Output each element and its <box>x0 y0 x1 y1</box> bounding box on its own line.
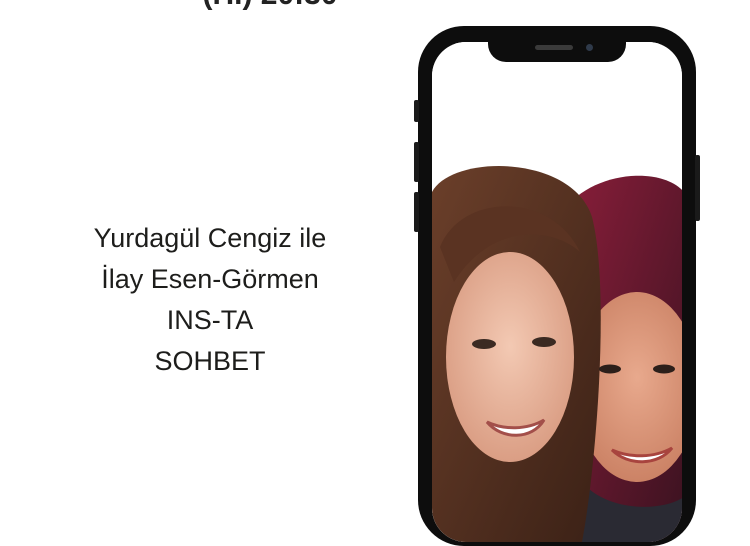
phone-side-button-power <box>695 155 700 221</box>
phone-screen <box>432 42 682 542</box>
caption-line-names-2: İlay Esen-Görmen <box>101 264 319 294</box>
selfie-photo <box>432 42 682 542</box>
caption-line-title-1: INS-TA <box>166 305 254 335</box>
caption-line-title-2: SOHBET <box>154 346 266 376</box>
phone-side-button-volume-up <box>414 142 419 182</box>
caption-line-names-1: Yurdagül Cengiz ile <box>93 223 327 253</box>
phone-speaker <box>535 45 573 50</box>
event-caption: Yurdagül Cengiz ile İlay Esen-Görmen INS… <box>40 218 380 382</box>
phone-side-button-volume-down <box>414 192 419 232</box>
phone-front-camera <box>586 44 593 51</box>
phone-side-button-silent <box>414 100 419 122</box>
partial-header-text: (H.) 20:30 <box>150 0 390 10</box>
